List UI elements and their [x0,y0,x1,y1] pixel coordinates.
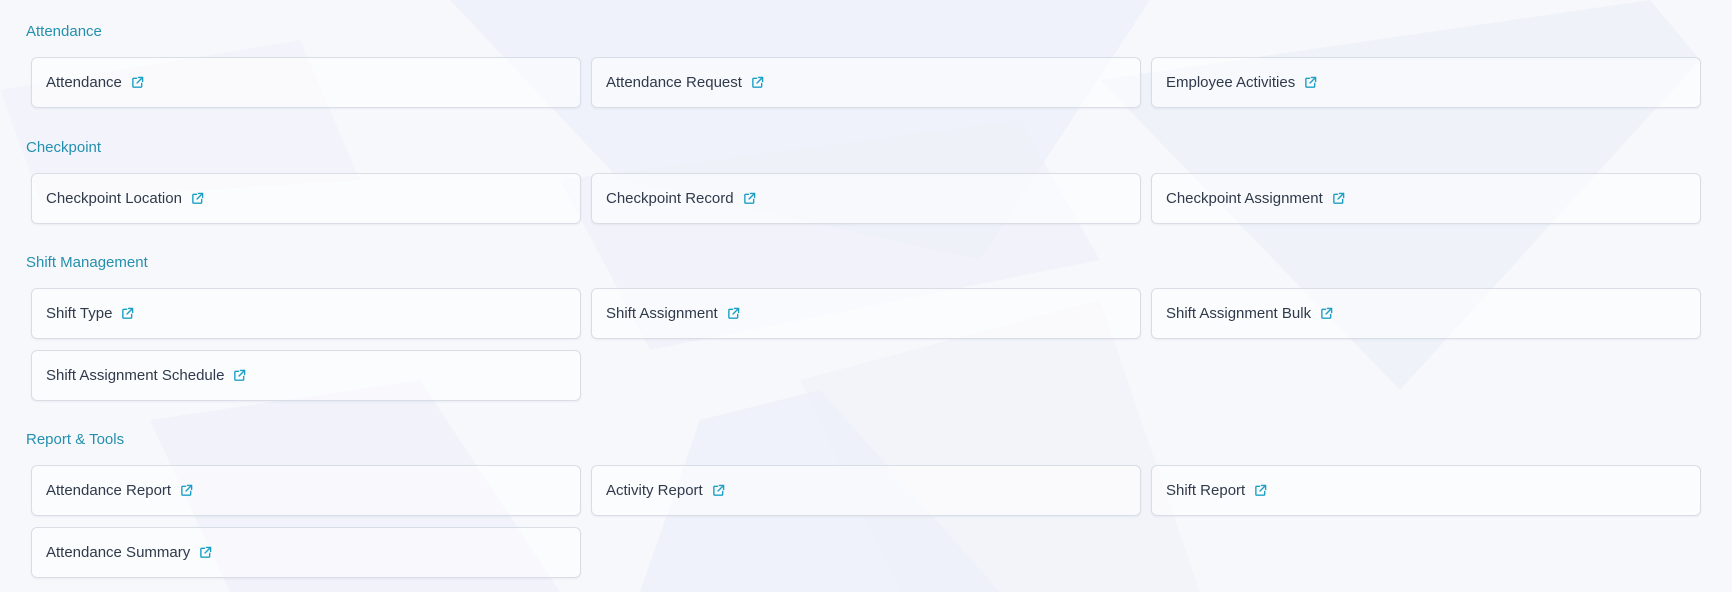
card-checkpoint-location[interactable]: Checkpoint Location [31,173,581,224]
card-label: Attendance [46,74,122,91]
external-link-icon [1254,484,1267,497]
card-label: Activity Report [606,482,703,499]
external-link-icon [1320,307,1333,320]
card-employee-activities[interactable]: Employee Activities [1151,57,1701,108]
card-label: Checkpoint Location [46,190,182,207]
card-shift-assignment-schedule[interactable]: Shift Assignment Schedule [31,350,581,401]
section-title-shift-management: Shift Management [26,254,148,271]
external-link-icon [180,484,193,497]
section-title-checkpoint: Checkpoint [26,139,102,156]
card-label: Shift Report [1166,482,1246,499]
card-attendance[interactable]: Attendance [31,57,581,108]
card-attendance-summary[interactable]: Attendance Summary [31,527,581,578]
card-label: Employee Activities [1166,74,1296,91]
card-label: Shift Assignment [606,305,718,322]
card-label: Attendance Request [606,74,742,91]
section-title-report-tools: Report & Tools [26,431,125,448]
card-label: Shift Type [46,305,113,322]
card-checkpoint-assignment[interactable]: Checkpoint Assignment [1151,173,1701,224]
card-label: Shift Assignment Bulk [1166,305,1312,322]
section-title-attendance: Attendance [26,23,102,40]
external-link-icon [712,484,725,497]
card-label: Shift Assignment Schedule [46,367,225,384]
external-link-icon [121,307,134,320]
external-link-icon [191,192,204,205]
card-label: Checkpoint Assignment [1166,190,1323,207]
external-link-icon [727,307,740,320]
card-shift-assignment-bulk[interactable]: Shift Assignment Bulk [1151,288,1701,339]
card-checkpoint-record[interactable]: Checkpoint Record [591,173,1141,224]
external-link-icon [199,546,212,559]
card-attendance-request[interactable]: Attendance Request [591,57,1141,108]
card-label: Attendance Summary [46,544,191,561]
card-activity-report[interactable]: Activity Report [591,465,1141,516]
external-link-icon [1332,192,1345,205]
card-attendance-report[interactable]: Attendance Report [31,465,581,516]
external-link-icon [743,192,756,205]
external-link-icon [1304,76,1317,89]
card-label: Checkpoint Record [606,190,734,207]
card-shift-assignment[interactable]: Shift Assignment [591,288,1141,339]
app-launcher: Attendance Attendance Attendance Request… [5,0,1732,592]
external-link-icon [751,76,764,89]
external-link-icon [131,76,144,89]
card-label: Attendance Report [46,482,172,499]
card-shift-type[interactable]: Shift Type [31,288,581,339]
card-shift-report[interactable]: Shift Report [1151,465,1701,516]
external-link-icon [233,369,246,382]
